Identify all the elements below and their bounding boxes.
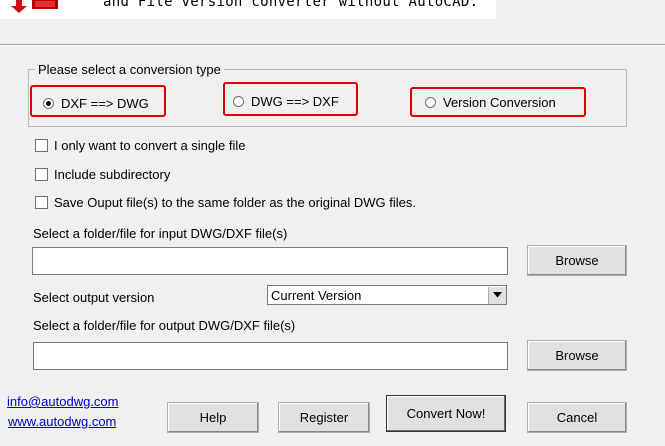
include-subdirectory-label: Include subdirectory xyxy=(54,167,171,182)
output-version-label: Select output version xyxy=(33,290,155,305)
email-link[interactable]: info@autodwg.com xyxy=(7,394,118,409)
radio-label: DXF ==> DWG xyxy=(61,96,149,111)
conversion-type-title: Please select a conversion type xyxy=(35,62,224,77)
same-folder-label: Save Ouput file(s) to the same folder as… xyxy=(54,195,416,210)
chevron-down-icon[interactable] xyxy=(488,286,506,304)
output-folder-label: Select a folder/file for output DWG/DXF … xyxy=(33,318,296,333)
help-button[interactable]: Help xyxy=(167,402,259,433)
input-folder-label: Select a folder/file for input DWG/DXF f… xyxy=(33,226,288,241)
app-logo-icon xyxy=(11,0,58,13)
include-subdirectory-checkbox[interactable] xyxy=(35,168,48,181)
output-version-select[interactable]: Current Version xyxy=(267,285,507,305)
single-file-label: I only want to convert a single file xyxy=(54,138,246,153)
radio-label: DWG ==> DXF xyxy=(251,94,339,109)
register-button[interactable]: Register xyxy=(278,402,370,433)
radio-unselected-icon xyxy=(233,96,244,107)
convert-now-button[interactable]: Convert Now! xyxy=(386,395,506,432)
header-divider xyxy=(0,44,665,46)
radio-version-conversion[interactable]: Version Conversion xyxy=(425,95,556,110)
browse-output-button[interactable]: Browse xyxy=(527,340,627,371)
output-folder-field[interactable] xyxy=(33,342,508,370)
output-version-value: Current Version xyxy=(271,287,362,303)
radio-dwg-to-dxf[interactable]: DWG ==> DXF xyxy=(233,94,339,109)
browse-input-button[interactable]: Browse xyxy=(527,245,627,276)
header-subtitle: and File version converter without AutoC… xyxy=(103,0,479,10)
radio-selected-icon xyxy=(43,98,54,109)
single-file-checkbox[interactable] xyxy=(35,139,48,152)
radio-dxf-to-dwg[interactable]: DXF ==> DWG xyxy=(43,96,149,111)
cancel-button[interactable]: Cancel xyxy=(527,402,627,433)
same-folder-checkbox[interactable] xyxy=(35,196,48,209)
radio-unselected-icon xyxy=(425,97,436,108)
input-folder-field[interactable] xyxy=(32,247,508,275)
website-link[interactable]: www.autodwg.com xyxy=(8,414,116,429)
radio-label: Version Conversion xyxy=(443,95,556,110)
